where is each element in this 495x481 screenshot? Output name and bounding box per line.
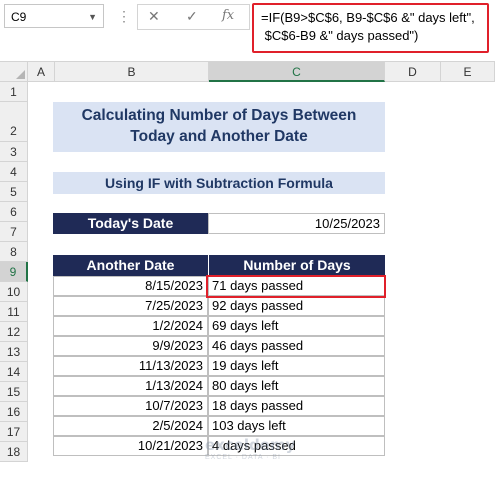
row-header-3[interactable]: 3 (0, 142, 28, 162)
cell-number-of-days[interactable]: 80 days left (208, 376, 385, 396)
row-header-13[interactable]: 13 (0, 342, 28, 362)
cell-number-of-days[interactable]: 18 days passed (208, 396, 385, 416)
cell-number-of-days[interactable]: 46 days passed (208, 336, 385, 356)
row-header-15[interactable]: 15 (0, 382, 28, 402)
row-header-6[interactable]: 6 (0, 202, 28, 222)
title-line-2: Today and Another Date (130, 128, 308, 145)
cell-number-of-days[interactable]: 92 days passed (208, 296, 385, 316)
cell-number-of-days[interactable]: 103 days left (208, 416, 385, 436)
title-line-1: Calculating Number of Days Between (81, 107, 357, 124)
row-header-14[interactable]: 14 (0, 362, 28, 382)
formula-bar-area: C9 ▼ ⋮ ✕ ✓ fx =IF(B9>$C$6, B9-$C$6 &" da… (0, 0, 495, 62)
column-header-d[interactable]: D (385, 62, 441, 82)
todays-date-value[interactable]: 10/25/2023 (208, 213, 385, 234)
column-header-c[interactable]: C (209, 62, 385, 82)
enter-icon[interactable]: ✓ (186, 8, 198, 25)
row-header-4[interactable]: 4 (0, 162, 28, 182)
row-header-12[interactable]: 12 (0, 322, 28, 342)
row-header-17[interactable]: 17 (0, 422, 28, 442)
sheet-subtitle: Using IF with Subtraction Formula (53, 172, 385, 194)
row-header-7[interactable]: 7 (0, 222, 28, 242)
row-header-1[interactable]: 1 (0, 82, 28, 102)
cell-another-date[interactable]: 1/2/2024 (53, 316, 208, 336)
active-cell-highlight (206, 275, 386, 298)
chevron-down-icon[interactable]: ▼ (88, 5, 97, 29)
cell-another-date[interactable]: 9/9/2023 (53, 336, 208, 356)
watermark-logo-text: exceldemy (205, 436, 296, 454)
column-header-a[interactable]: A (28, 62, 55, 82)
more-options-icon[interactable]: ⋮ (117, 8, 131, 25)
sheet-title: Calculating Number of Days Between Today… (53, 102, 385, 152)
name-box[interactable]: C9 ▼ (4, 4, 104, 28)
name-box-value: C9 (11, 10, 27, 24)
watermark: exceldemy EXCEL · DATA · BI (205, 436, 295, 461)
row-header-5[interactable]: 5 (0, 182, 28, 202)
cell-number-of-days[interactable]: 69 days left (208, 316, 385, 336)
row-header-10[interactable]: 10 (0, 282, 28, 302)
row-header-16[interactable]: 16 (0, 402, 28, 422)
watermark-tagline: EXCEL · DATA · BI (205, 454, 281, 461)
cell-another-date[interactable]: 8/15/2023 (53, 276, 208, 296)
table-header-number-of-days[interactable]: Number of Days (208, 255, 385, 276)
formula-input[interactable]: =IF(B9>$C$6, B9-$C$6 &" days left", $C$6… (252, 3, 489, 53)
cell-another-date[interactable]: 11/13/2023 (53, 356, 208, 376)
column-header-e[interactable]: E (441, 62, 495, 82)
cell-another-date[interactable]: 10/21/2023 (53, 436, 208, 456)
formula-buttons: ✕ ✓ fx (137, 4, 250, 30)
cell-another-date[interactable]: 10/7/2023 (53, 396, 208, 416)
table-header-another-date[interactable]: Another Date (53, 255, 208, 276)
insert-function-button[interactable]: fx (222, 8, 234, 23)
formula-line-2: $C$6-B9 &" days passed") (261, 28, 419, 43)
cell-another-date[interactable]: 1/13/2024 (53, 376, 208, 396)
formula-line-1: =IF(B9>$C$6, B9-$C$6 &" days left", (261, 10, 475, 25)
column-header-b[interactable]: B (55, 62, 209, 82)
row-header-9[interactable]: 9 (0, 262, 28, 282)
row-header-11[interactable]: 11 (0, 302, 28, 322)
select-all-corner[interactable] (0, 62, 28, 82)
cell-number-of-days[interactable]: 19 days left (208, 356, 385, 376)
row-header-18[interactable]: 18 (0, 442, 28, 462)
todays-date-label[interactable]: Today's Date (53, 213, 208, 234)
cancel-icon[interactable]: ✕ (148, 8, 160, 25)
row-header-8[interactable]: 8 (0, 242, 28, 262)
row-header-2[interactable]: 2 (0, 102, 28, 142)
cell-another-date[interactable]: 2/5/2024 (53, 416, 208, 436)
cell-another-date[interactable]: 7/25/2023 (53, 296, 208, 316)
